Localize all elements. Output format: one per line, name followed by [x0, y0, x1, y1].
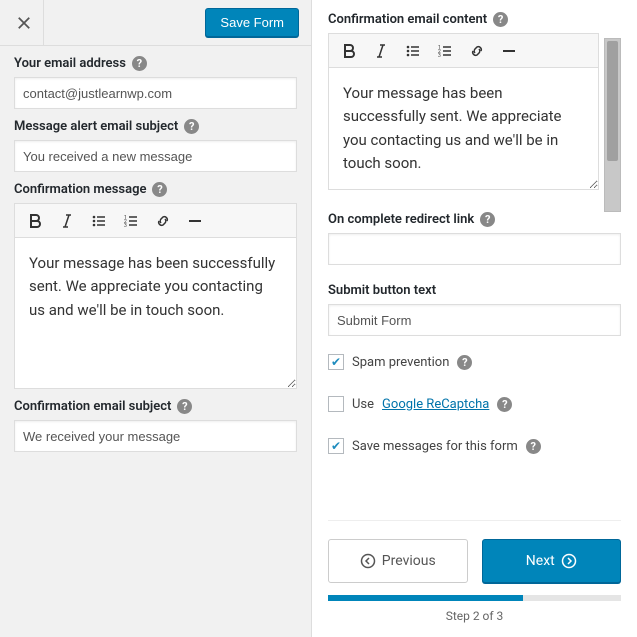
confirmation-email-subject-label: Confirmation email subject ?: [14, 399, 297, 414]
progress-bar: [328, 595, 621, 601]
ul-button[interactable]: [399, 38, 427, 64]
save-messages-checkbox[interactable]: [328, 438, 344, 454]
scrollbar-thumb[interactable]: [607, 41, 618, 161]
hr-icon: [501, 43, 517, 59]
save-form-button[interactable]: Save Form: [205, 8, 299, 37]
hr-button[interactable]: [181, 208, 209, 234]
list-ol-icon: 123: [123, 213, 139, 229]
editor-toolbar: 123: [15, 204, 296, 238]
recaptcha-checkbox[interactable]: [328, 396, 344, 412]
confirmation-message-textarea[interactable]: Your message has been successfully sent.…: [15, 238, 296, 388]
ol-button[interactable]: 123: [431, 38, 459, 64]
right-panel: Confirmation email content ? 123 Your me…: [312, 0, 637, 637]
confirmation-email-subject-input[interactable]: [14, 420, 297, 452]
close-button[interactable]: [0, 0, 44, 46]
progress-fill: [328, 595, 523, 601]
help-icon[interactable]: ?: [493, 12, 508, 27]
link-button[interactable]: [149, 208, 177, 234]
google-recaptcha-link[interactable]: Google ReCaptcha: [382, 397, 489, 412]
bold-icon: [341, 43, 357, 59]
submit-button-text-input[interactable]: [328, 304, 621, 336]
help-icon[interactable]: ?: [177, 399, 192, 414]
submit-button-text-label: Submit button text: [328, 283, 621, 298]
svg-text:3: 3: [124, 223, 127, 229]
recaptcha-label-prefix: Use: [352, 397, 374, 412]
scrollbar[interactable]: [604, 38, 621, 212]
spam-prevention-label: Spam prevention: [352, 355, 449, 370]
bold-button[interactable]: [335, 38, 363, 64]
help-icon[interactable]: ?: [152, 182, 167, 197]
italic-icon: [373, 43, 389, 59]
confirmation-email-content-textarea[interactable]: Your message has been successfully sent.…: [329, 68, 598, 189]
help-icon[interactable]: ?: [480, 212, 495, 227]
arrow-left-circle-icon: [360, 553, 376, 569]
hr-button[interactable]: [495, 38, 523, 64]
italic-button[interactable]: [367, 38, 395, 64]
redirect-link-label: On complete redirect link ?: [328, 212, 621, 227]
alert-subject-input[interactable]: [14, 140, 297, 172]
wizard-footer: Previous Next Step 2 of 3: [312, 520, 637, 637]
hr-icon: [187, 213, 203, 229]
editor-toolbar: 123: [329, 34, 598, 68]
left-panel: Save Form Your email address ? Message a…: [0, 0, 312, 637]
confirmation-email-content-label: Confirmation email content ?: [328, 12, 621, 27]
link-icon: [469, 43, 485, 59]
step-indicator: Step 2 of 3: [328, 609, 621, 623]
confirmation-message-editor: 123 Your message has been successfully s…: [14, 203, 297, 389]
help-icon[interactable]: ?: [497, 397, 512, 412]
ul-button[interactable]: [85, 208, 113, 234]
email-address-label: Your email address ?: [14, 56, 297, 71]
list-ol-icon: 123: [437, 43, 453, 59]
link-button[interactable]: [463, 38, 491, 64]
arrow-right-circle-icon: [561, 553, 577, 569]
help-icon[interactable]: ?: [526, 439, 541, 454]
help-icon[interactable]: ?: [184, 119, 199, 134]
ol-button[interactable]: 123: [117, 208, 145, 234]
left-topbar: Save Form: [0, 0, 311, 46]
help-icon[interactable]: ?: [132, 56, 147, 71]
save-messages-label: Save messages for this form: [352, 439, 518, 454]
close-icon: [17, 16, 31, 30]
previous-button[interactable]: Previous: [328, 539, 468, 583]
next-label: Next: [526, 553, 555, 569]
alert-subject-label: Message alert email subject ?: [14, 119, 297, 134]
confirmation-email-content-editor: 123 Your message has been successfully s…: [328, 33, 599, 190]
bold-button[interactable]: [21, 208, 49, 234]
next-button[interactable]: Next: [482, 539, 622, 583]
redirect-link-input[interactable]: [328, 233, 621, 265]
italic-icon: [59, 213, 75, 229]
save-messages-row[interactable]: Save messages for this form ?: [328, 438, 621, 454]
previous-label: Previous: [382, 553, 436, 569]
help-icon[interactable]: ?: [457, 355, 472, 370]
confirmation-message-label: Confirmation message ?: [14, 182, 297, 197]
bold-icon: [27, 213, 43, 229]
list-ul-icon: [405, 43, 421, 59]
email-address-input[interactable]: [14, 77, 297, 109]
spam-prevention-checkbox[interactable]: [328, 354, 344, 370]
svg-text:3: 3: [438, 53, 441, 59]
list-ul-icon: [91, 213, 107, 229]
recaptcha-row[interactable]: Use Google ReCaptcha ?: [328, 396, 621, 412]
italic-button[interactable]: [53, 208, 81, 234]
spam-prevention-row[interactable]: Spam prevention ?: [328, 354, 621, 370]
link-icon: [155, 213, 171, 229]
